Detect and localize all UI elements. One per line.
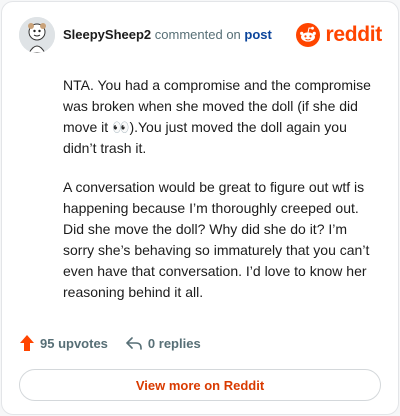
replies-stat[interactable]: 0 replies: [125, 335, 201, 351]
username[interactable]: SleepySheep2: [63, 27, 151, 42]
byline: SleepySheep2 commented on post: [63, 27, 272, 43]
post-link[interactable]: post: [244, 27, 271, 42]
reddit-logo-icon: [296, 23, 321, 47]
comment-embed-card: SleepySheep2 commented on post reddit NT…: [1, 1, 399, 415]
view-more-button[interactable]: View more on Reddit: [19, 369, 381, 401]
comment-paragraph-2: A conversation would be great to figure …: [63, 179, 370, 300]
replies-count: 0 replies: [147, 335, 201, 351]
comment-paragraph-1: NTA. You had a compromise and the compro…: [63, 77, 371, 156]
comment-body: NTA. You had a compromise and the compro…: [63, 75, 381, 321]
avatar[interactable]: [19, 17, 55, 53]
avatar-icon: [19, 17, 55, 53]
upvotes-count: 95 upvotes: [40, 335, 108, 351]
reddit-wordmark: reddit: [325, 23, 382, 46]
reply-arrow-icon: [126, 337, 142, 350]
commented-text: commented on: [154, 27, 241, 42]
comment-header: SleepySheep2 commented on post reddit: [19, 16, 382, 54]
comment-footer: 95 upvotes 0 replies: [19, 334, 201, 352]
upvotes-stat[interactable]: 95 upvotes: [19, 334, 108, 352]
reddit-brand[interactable]: reddit: [296, 23, 382, 47]
upvote-arrow-icon: [20, 335, 34, 351]
